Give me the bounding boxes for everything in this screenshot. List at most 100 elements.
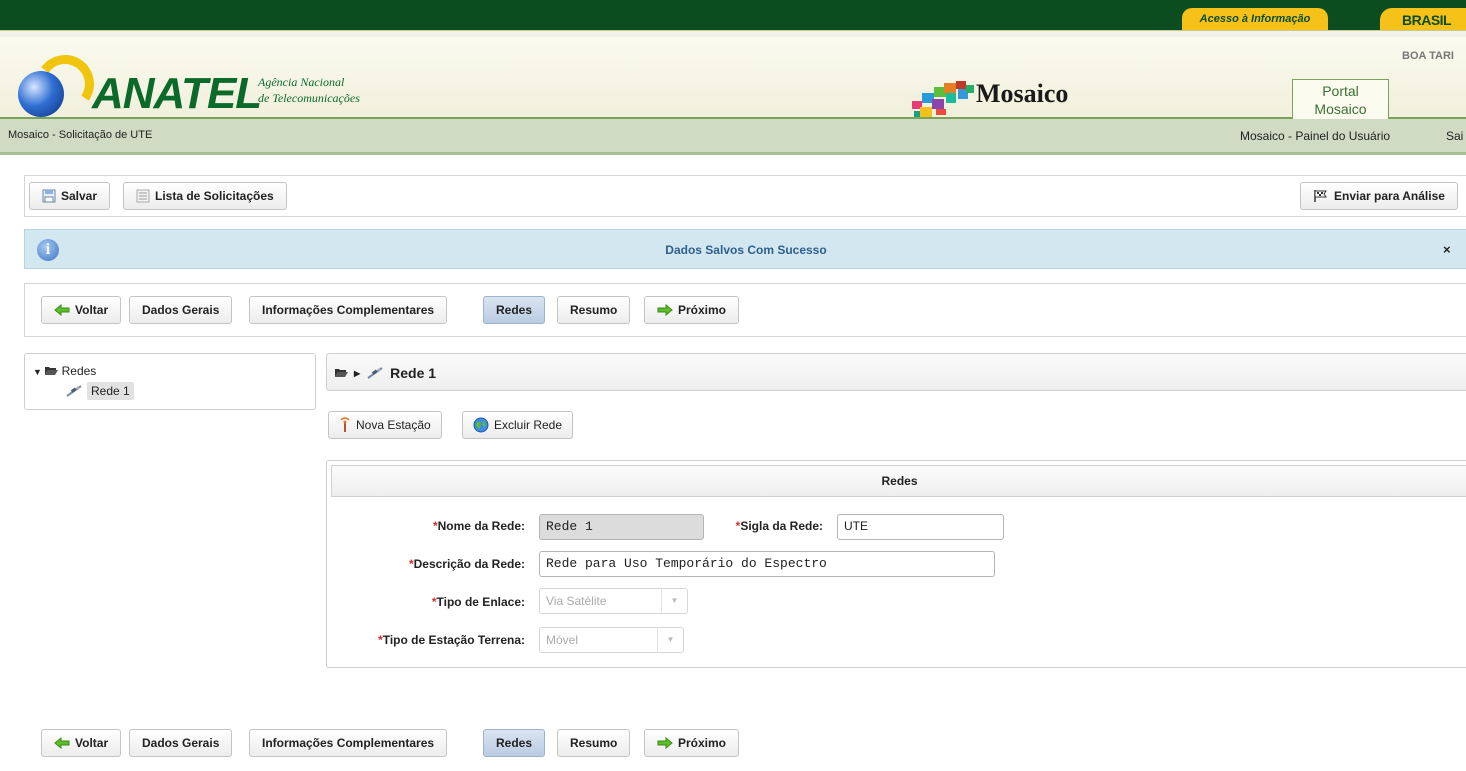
step-navigation-bottom: Voltar Dados Gerais Informações Compleme… bbox=[24, 717, 1466, 771]
step-general-label: Dados Gerais bbox=[142, 736, 220, 750]
step-general-label: Dados Gerais bbox=[142, 303, 220, 317]
globe-icon bbox=[473, 417, 489, 433]
arrow-right-icon bbox=[657, 304, 673, 316]
step-summary[interactable]: Resumo bbox=[557, 729, 631, 757]
user-panel-link[interactable]: Mosaico - Painel do Usuário bbox=[1240, 129, 1390, 143]
greeting-text: BOA TARI bbox=[1402, 50, 1454, 62]
step-summary-label: Resumo bbox=[570, 303, 618, 317]
step-networks-label: Redes bbox=[496, 303, 533, 317]
back-label: Voltar bbox=[75, 303, 109, 317]
station-type-select[interactable]: Móvel ▼ bbox=[539, 627, 684, 653]
station-type-value: Móvel bbox=[546, 633, 579, 647]
back-button[interactable]: Voltar bbox=[41, 729, 122, 757]
anatel-logo-icon bbox=[18, 71, 64, 117]
step-complementary-info[interactable]: Informações Complementares bbox=[249, 296, 448, 324]
breadcrumb-separator-icon: ▶ bbox=[354, 368, 361, 378]
main-toolbar: Salvar Lista de Solicitações Enviar para… bbox=[24, 175, 1466, 217]
next-label: Próximo bbox=[678, 303, 727, 317]
request-list-label: Lista de Solicitações bbox=[155, 189, 274, 203]
antenna-icon bbox=[340, 417, 350, 432]
folder-open-icon bbox=[335, 369, 348, 377]
gov-bar: Acesso à Informação BRASIL bbox=[0, 0, 1466, 37]
step-complementary-label: Informações Complementares bbox=[262, 303, 435, 317]
save-button[interactable]: Salvar bbox=[29, 182, 111, 210]
breadcrumb-current: Mosaico - Solicitação de UTE bbox=[8, 129, 153, 141]
portal-mosaico-tab[interactable]: Portal Mosaico bbox=[1292, 79, 1389, 119]
step-general-data[interactable]: Dados Gerais bbox=[129, 296, 233, 324]
step-networks[interactable]: Redes bbox=[483, 729, 546, 757]
tree-root-redes[interactable]: ▼ Redes bbox=[33, 364, 96, 378]
next-button[interactable]: Próximo bbox=[644, 729, 740, 757]
panel-header: ▶ Rede 1 bbox=[326, 353, 1466, 391]
delete-network-label: Excluir Rede bbox=[494, 418, 563, 432]
step-summary[interactable]: Resumo bbox=[557, 296, 631, 324]
brasil-link[interactable]: BRASIL bbox=[1380, 8, 1466, 30]
network-name-label-text: Nome da Rede: bbox=[437, 519, 525, 533]
chevron-down-icon: ▼ bbox=[657, 628, 683, 652]
exit-link[interactable]: Sai bbox=[1446, 129, 1463, 143]
gov-strip bbox=[0, 30, 1466, 37]
panel-title: Rede 1 bbox=[390, 365, 437, 381]
close-message-icon[interactable]: × bbox=[1443, 242, 1451, 257]
send-for-analysis-button[interactable]: Enviar para Análise bbox=[1300, 182, 1458, 210]
link-type-label: *Tipo de Enlace: bbox=[347, 595, 525, 609]
request-list-button[interactable]: Lista de Solicitações bbox=[123, 182, 287, 210]
network-acronym-label: *Sigla da Rede: bbox=[707, 519, 823, 533]
network-form: Redes *Nome da Rede: Rede 1 *Sigla da Re… bbox=[326, 460, 1466, 668]
step-complementary-info[interactable]: Informações Complementares bbox=[249, 729, 448, 757]
logo-sub-line-1: Agência Nacional bbox=[258, 75, 345, 89]
step-summary-label: Resumo bbox=[570, 736, 618, 750]
anatel-logo-subtitle: Agência Nacional de Telecomunicações bbox=[258, 74, 360, 106]
anatel-logo-text[interactable]: ANATEL bbox=[92, 69, 262, 119]
station-type-label-text: Tipo de Estação Terrena: bbox=[382, 633, 525, 647]
send-for-analysis-label: Enviar para Análise bbox=[1334, 189, 1445, 203]
step-networks[interactable]: Redes bbox=[483, 296, 546, 324]
arrow-right-icon bbox=[657, 737, 673, 749]
arrow-left-icon bbox=[54, 304, 70, 316]
flag-icon bbox=[1314, 190, 1327, 202]
station-type-label: *Tipo de Estação Terrena: bbox=[347, 633, 525, 647]
save-label: Salvar bbox=[61, 189, 98, 203]
link-type-select[interactable]: Via Satélite ▼ bbox=[539, 588, 688, 614]
back-button[interactable]: Voltar bbox=[41, 296, 122, 324]
satellite-icon bbox=[367, 367, 383, 379]
portal-tab-line-2: Mosaico bbox=[1314, 101, 1367, 117]
step-complementary-label: Informações Complementares bbox=[262, 736, 435, 750]
new-station-label: Nova Estação bbox=[356, 418, 431, 432]
network-tree: ▼ Redes Rede 1 bbox=[24, 353, 316, 410]
tree-root-label: Redes bbox=[61, 364, 97, 378]
link-type-value: Via Satélite bbox=[546, 594, 607, 608]
success-message-text: Dados Salvos Com Sucesso bbox=[665, 243, 827, 257]
network-description-field[interactable]: Rede para Uso Temporário do Espectro bbox=[539, 551, 995, 577]
form-title: Redes bbox=[331, 465, 1466, 497]
network-acronym-label-text: Sigla da Rede: bbox=[740, 519, 823, 533]
breadcrumb: Mosaico - Solicitação de UTE Mosaico - P… bbox=[0, 119, 1466, 155]
portal-tab-line-1: Portal bbox=[1322, 83, 1359, 99]
tree-item-label: Rede 1 bbox=[87, 382, 134, 400]
acesso-informacao-link[interactable]: Acesso à Informação bbox=[1182, 8, 1328, 30]
mosaico-title[interactable]: Mosaico bbox=[976, 79, 1068, 109]
step-general-data[interactable]: Dados Gerais bbox=[129, 729, 233, 757]
network-description-label: *Descrição da Rede: bbox=[347, 557, 525, 571]
step-navigation-top: Voltar Dados Gerais Informações Compleme… bbox=[24, 283, 1466, 337]
satellite-icon bbox=[66, 385, 82, 397]
success-message: i Dados Salvos Com Sucesso × bbox=[24, 229, 1466, 269]
save-icon bbox=[42, 189, 56, 203]
logo-sub-line-2: de Telecomunicações bbox=[258, 91, 360, 105]
folder-open-icon bbox=[45, 367, 59, 375]
step-networks-label: Redes bbox=[496, 736, 533, 750]
next-button[interactable]: Próximo bbox=[644, 296, 740, 324]
list-icon bbox=[136, 189, 150, 203]
link-type-label-text: Tipo de Enlace: bbox=[436, 595, 525, 609]
next-label: Próximo bbox=[678, 736, 727, 750]
network-name-field[interactable]: Rede 1 bbox=[539, 514, 704, 540]
tree-expand-icon[interactable]: ▼ bbox=[33, 367, 42, 377]
delete-network-button[interactable]: Excluir Rede bbox=[462, 411, 574, 439]
back-label: Voltar bbox=[75, 736, 109, 750]
network-name-label: *Nome da Rede: bbox=[347, 519, 525, 533]
chevron-down-icon: ▼ bbox=[661, 589, 687, 613]
network-description-label-text: Descrição da Rede: bbox=[413, 557, 525, 571]
tree-item-rede-1[interactable]: Rede 1 bbox=[65, 382, 134, 400]
network-acronym-field[interactable]: UTE bbox=[837, 514, 1004, 540]
new-station-button[interactable]: Nova Estação bbox=[328, 411, 442, 439]
